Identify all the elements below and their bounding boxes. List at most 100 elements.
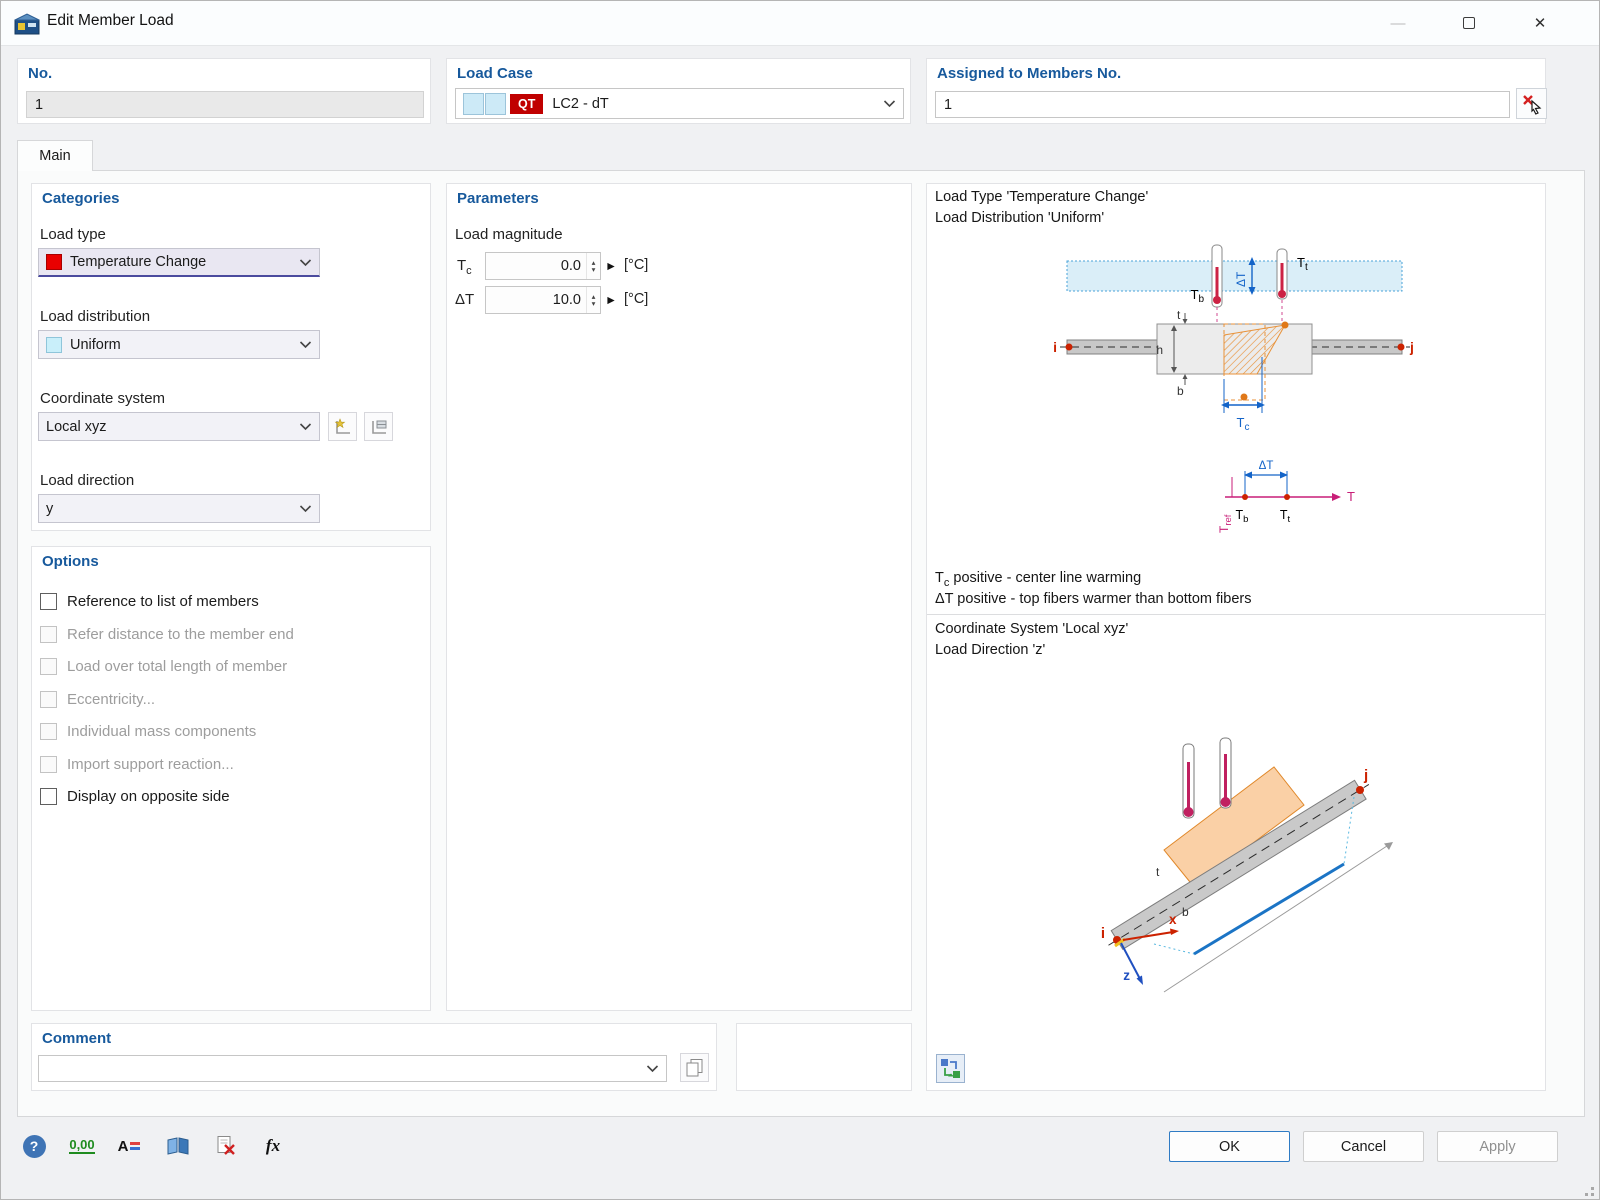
maximize-button[interactable] (1446, 1, 1492, 45)
resize-grip[interactable] (1591, 1193, 1594, 1196)
maximize-icon (1463, 17, 1475, 29)
preview-note2: ΔT positive - top fibers warmer than bot… (935, 591, 1251, 607)
checkbox-icon[interactable] (40, 788, 57, 805)
option-display-opposite-side[interactable]: Display on opposite side (40, 785, 230, 807)
option-load-over-total-length: Load over total length of member (40, 655, 287, 677)
spin-down-icon[interactable]: ▾ (592, 266, 596, 273)
diagram-node-i-label: i (1053, 339, 1057, 355)
load-distribution-color-swatch (46, 337, 62, 353)
load-type-label: Load type (40, 226, 106, 243)
load-direction-combo[interactable]: y (38, 494, 320, 523)
member-3d-diagram: i j x z t b (927, 662, 1547, 1034)
units-settings-button[interactable]: 0,00 (65, 1129, 99, 1163)
diagram-dt-axis-label: ΔT (1259, 460, 1274, 472)
help-button[interactable]: ? (17, 1129, 51, 1163)
spacer-panel (736, 1023, 912, 1091)
help-icon: ? (23, 1135, 46, 1158)
options-title: Options (42, 553, 99, 570)
apply-button[interactable]: Apply (1437, 1131, 1558, 1162)
tc-label: Tc (457, 257, 472, 277)
chevron-down-icon (299, 258, 312, 267)
load-distribution-label: Load distribution (40, 308, 150, 325)
select-members-button[interactable] (1516, 88, 1547, 119)
window-title: Edit Member Load (47, 12, 174, 30)
load-case-color-swatch (485, 93, 506, 115)
preview-load-type-text: Load Type 'Temperature Change' (935, 189, 1148, 205)
diagram-dim-h-label: h (1156, 343, 1163, 357)
load-type-combo[interactable]: Temperature Change (38, 248, 320, 277)
tc-spinner[interactable]: ▴▾ (586, 253, 600, 279)
parameters-panel: Parameters Load magnitude Tc 0.0 ▴▾ ▶ [°… (446, 183, 912, 1011)
load-case-type-badge: QT (510, 94, 543, 114)
checkbox-icon (40, 658, 57, 675)
load-case-color-swatch (463, 93, 484, 115)
display-properties-button[interactable]: A (113, 1129, 147, 1163)
resize-grip[interactable] (1585, 1193, 1588, 1196)
app-icon (14, 11, 40, 37)
diagram-axis-tt-label: Tt (1280, 508, 1291, 525)
load-type-value: Temperature Change (70, 254, 206, 270)
load-case-groupbox: Load Case QT LC2 - dT (446, 58, 911, 124)
edit-member-load-dialog: Edit Member Load — ✕ No. 1 Load Case QT … (0, 0, 1600, 1200)
dt-row: ΔT 10.0 ▴▾ ▶ [°C] (447, 286, 911, 314)
checkbox-icon (40, 626, 57, 643)
load-case-combo[interactable]: QT LC2 - dT (455, 88, 904, 119)
no-label: No. (28, 65, 52, 82)
cancel-button[interactable]: Cancel (1303, 1131, 1424, 1162)
load-direction-label: Load direction (40, 472, 134, 489)
swap-view-button[interactable] (936, 1054, 965, 1083)
assigned-members-input[interactable]: 1 (935, 91, 1510, 118)
option-individual-mass: Individual mass components (40, 720, 256, 742)
tc-unit-label: [°C] (624, 257, 648, 273)
delete-load-button[interactable] (209, 1129, 243, 1163)
resize-grip[interactable] (1591, 1187, 1594, 1190)
spin-down-icon[interactable]: ▾ (592, 300, 596, 307)
categories-title: Categories (42, 190, 120, 207)
dt-spinner[interactable]: ▴▾ (586, 287, 600, 313)
option-reference-to-list[interactable]: Reference to list of members (40, 590, 259, 612)
comment-combo[interactable] (38, 1055, 667, 1082)
diagram2-x-axis-label: x (1169, 912, 1177, 927)
dt-input[interactable]: 10.0 ▴▾ (485, 286, 601, 314)
dt-detail-button[interactable]: ▶ (604, 289, 618, 311)
fx-icon: fx (266, 1136, 280, 1156)
dt-label: ΔT (455, 291, 474, 311)
diagram-axis-tb-label: Tb (1236, 508, 1249, 525)
diagram2-node-j-label: j (1363, 767, 1368, 784)
manual-button[interactable] (161, 1129, 195, 1163)
tc-input[interactable]: 0.0 ▴▾ (485, 252, 601, 280)
options-panel: Options Reference to list of members Ref… (31, 546, 431, 1011)
load-distribution-combo[interactable]: Uniform (38, 330, 320, 359)
temperature-section-diagram: ΔT Tb Tt i j t (927, 237, 1547, 537)
dt-unit-label: [°C] (624, 291, 648, 307)
ok-button[interactable]: OK (1169, 1131, 1290, 1162)
swap-arrows-icon (940, 1058, 961, 1079)
assigned-label: Assigned to Members No. (937, 65, 1121, 82)
option-eccentricity: Eccentricity... (40, 688, 155, 710)
coordinate-system-combo[interactable]: Local xyz (38, 412, 320, 441)
sheet-delete-icon (215, 1135, 237, 1157)
comment-presets-button[interactable] (680, 1053, 709, 1082)
coordinate-system-value: Local xyz (46, 419, 106, 435)
checkbox-icon (40, 723, 57, 740)
tc-row: Tc 0.0 ▴▾ ▶ [°C] (447, 252, 911, 280)
preview-load-distribution-text: Load Distribution 'Uniform' (935, 210, 1104, 226)
checkbox-icon[interactable] (40, 593, 57, 610)
diagram-axis-t-label: T (1347, 489, 1355, 504)
load-type-color-swatch (46, 254, 62, 270)
load-distribution-value: Uniform (70, 337, 121, 353)
pick-select-icon (1521, 93, 1543, 115)
preview-divider (927, 614, 1545, 615)
preview-direction-text: Load Direction 'z' (935, 642, 1045, 658)
tc-detail-button[interactable]: ▶ (604, 255, 618, 277)
tab-main[interactable]: Main (17, 140, 93, 171)
formula-button[interactable]: fx (256, 1129, 290, 1163)
close-button[interactable]: ✕ (1517, 1, 1563, 45)
diagram2-t-label: t (1156, 865, 1160, 879)
preview-note1: Tc positive - center line warming (935, 570, 1141, 589)
open-book-icon (166, 1136, 190, 1156)
load-magnitude-label: Load magnitude (455, 226, 563, 243)
diagram2-z-axis-label: z (1123, 968, 1130, 983)
new-coordinate-system-button[interactable] (328, 412, 357, 441)
edit-coordinate-system-button[interactable] (364, 412, 393, 441)
